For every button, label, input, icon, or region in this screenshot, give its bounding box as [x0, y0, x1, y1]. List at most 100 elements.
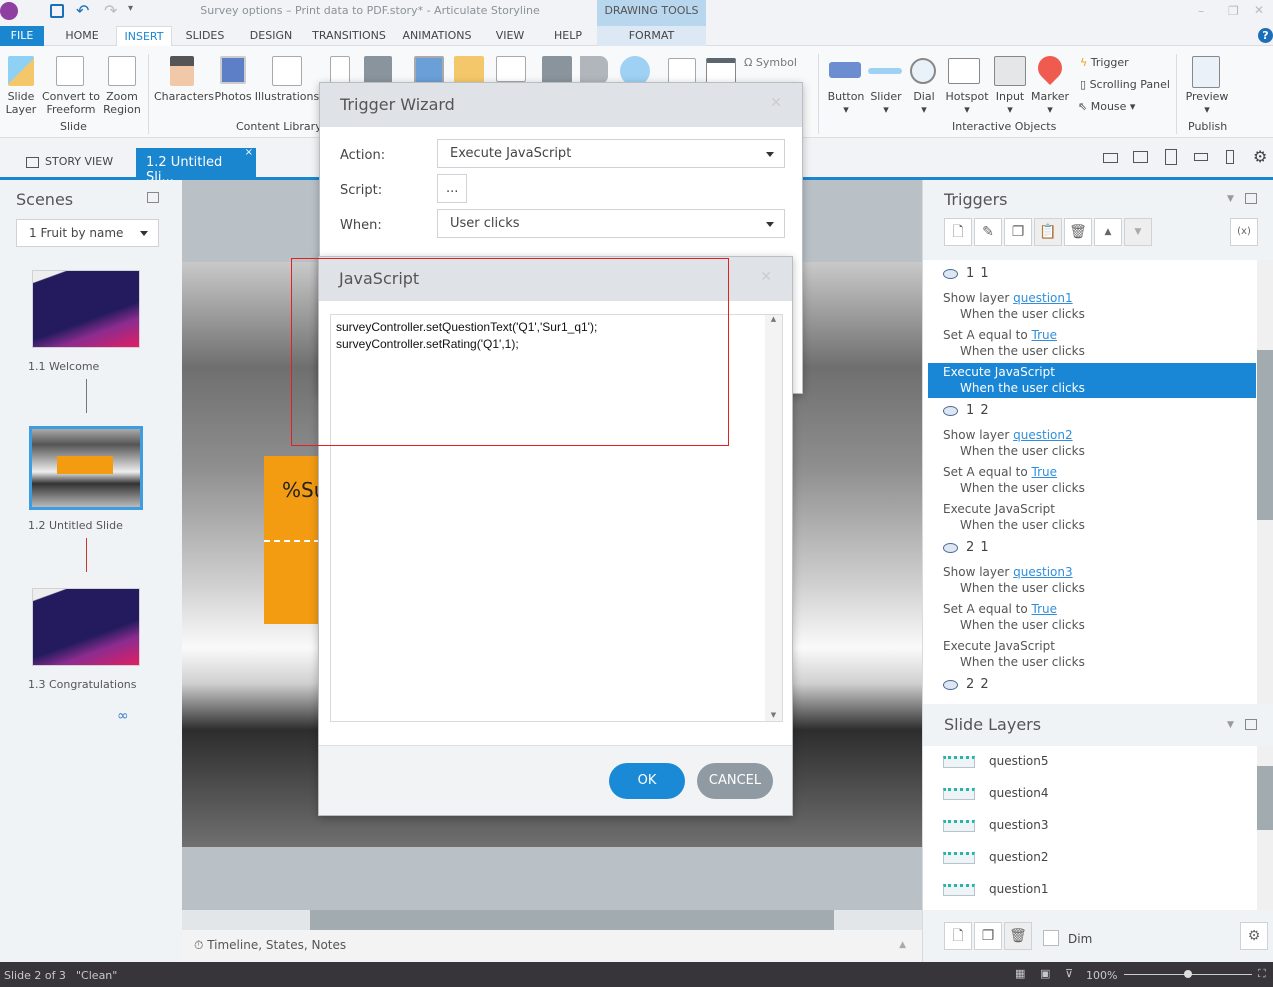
- code-scrollbar[interactable]: ▲ ▼: [765, 315, 782, 721]
- fit-window-icon[interactable]: ⛶: [1258, 967, 1266, 981]
- story-view-tab[interactable]: STORY VIEW: [26, 155, 113, 168]
- layers-scrollbar[interactable]: [1257, 746, 1273, 910]
- desktop-view-icon[interactable]: [1103, 153, 1118, 163]
- tab-slides[interactable]: SLIDES: [180, 26, 230, 46]
- preview-button[interactable]: Preview ▾: [1184, 90, 1230, 116]
- expand-icon[interactable]: ▲: [899, 940, 906, 950]
- link-icon[interactable]: ∞: [117, 708, 129, 724]
- when-select[interactable]: User clicks: [437, 209, 785, 238]
- move-up-button[interactable]: ▲: [1094, 218, 1122, 246]
- trigger-link[interactable]: True: [1032, 602, 1058, 616]
- minimize-button[interactable]: –: [1198, 4, 1204, 18]
- photos-button[interactable]: Photos: [212, 90, 254, 103]
- script-edit-button[interactable]: ...: [437, 174, 467, 203]
- slide-layer-button[interactable]: Slide Layer: [4, 90, 38, 116]
- dim-checkbox[interactable]: [1043, 930, 1059, 946]
- tab-animations[interactable]: ANIMATIONS: [398, 26, 476, 46]
- slide-layer-item[interactable]: question4: [943, 786, 1048, 800]
- edit-trigger-button[interactable]: ✎: [974, 218, 1002, 246]
- scene-select[interactable]: 1 Fruit by name: [16, 219, 159, 247]
- close-tab-icon[interactable]: ×: [245, 147, 253, 158]
- zoom-region-button[interactable]: Zoom Region: [100, 90, 144, 116]
- trigger-item[interactable]: Execute JavaScript When the user clicks: [928, 637, 1256, 672]
- tab-view[interactable]: VIEW: [490, 26, 530, 46]
- button-button[interactable]: Button ▾: [824, 90, 868, 116]
- float-panel-icon[interactable]: [1245, 193, 1257, 204]
- delete-trigger-button[interactable]: 🗑: [1064, 218, 1092, 246]
- illustrations-button[interactable]: Illustrations: [254, 90, 320, 103]
- new-layer-button[interactable]: 🗋: [944, 922, 972, 950]
- mouse-button[interactable]: ⇖ Mouse ▾: [1078, 100, 1135, 113]
- copy-trigger-button[interactable]: ❐: [1004, 218, 1032, 246]
- help-icon[interactable]: ?: [1258, 28, 1273, 43]
- trigger-link[interactable]: question3: [1013, 565, 1072, 579]
- slide-view-icon[interactable]: ▣: [1040, 967, 1050, 980]
- slide-thumbnail-untitled[interactable]: [29, 426, 143, 510]
- collapse-icon[interactable]: ▼: [1227, 194, 1234, 204]
- settings-gear-icon[interactable]: ⚙: [1253, 147, 1267, 166]
- trigger-link[interactable]: True: [1032, 465, 1058, 479]
- hotspot-button[interactable]: Hotspot ▾: [944, 90, 990, 116]
- trigger-object-group[interactable]: 1 2: [943, 403, 990, 418]
- float-panel-icon[interactable]: [1245, 719, 1257, 730]
- trigger-link[interactable]: question1: [1013, 291, 1072, 305]
- characters-button[interactable]: Characters: [154, 90, 214, 103]
- tab-format[interactable]: FORMAT: [597, 26, 706, 46]
- new-trigger-button[interactable]: 🗋: [944, 218, 972, 246]
- collapse-icon[interactable]: ▼: [1227, 720, 1234, 730]
- trigger-object-group[interactable]: 2 1: [943, 540, 990, 555]
- ok-button[interactable]: OK: [609, 763, 685, 799]
- action-select[interactable]: Execute JavaScript: [437, 139, 785, 168]
- trigger-item[interactable]: Set A equal to True When the user clicks: [928, 326, 1256, 361]
- cancel-button[interactable]: CANCEL: [697, 763, 773, 799]
- trigger-item[interactable]: Show layer question3 When the user clicks: [928, 563, 1256, 598]
- trigger-item[interactable]: Show layer question2 When the user clicks: [928, 426, 1256, 461]
- tab-design[interactable]: DESIGN: [244, 26, 298, 46]
- tab-home[interactable]: HOME: [56, 26, 108, 46]
- tab-transitions[interactable]: TRANSITIONS: [308, 26, 390, 46]
- trigger-link[interactable]: question2: [1013, 428, 1072, 442]
- symbol-button[interactable]: Ω Symbol: [744, 56, 797, 69]
- close-icon[interactable]: ✕: [760, 269, 772, 285]
- variables-button[interactable]: (x): [1230, 218, 1258, 246]
- marker-button[interactable]: Marker ▾: [1030, 90, 1070, 116]
- phone-portrait-icon[interactable]: [1226, 150, 1234, 164]
- fit-icon[interactable]: ⊽: [1065, 967, 1073, 980]
- zoom-slider-thumb[interactable]: [1184, 970, 1192, 978]
- trigger-item[interactable]: Execute JavaScript When the user clicks: [928, 500, 1256, 535]
- slider-button[interactable]: Slider ▾: [868, 90, 904, 116]
- convert-to-freeform-button[interactable]: Convert to Freeform: [42, 90, 100, 116]
- dial-button[interactable]: Dial ▾: [908, 90, 940, 116]
- restore-button[interactable]: ❐: [1228, 4, 1239, 18]
- trigger-item[interactable]: Set A equal to True When the user clicks: [928, 600, 1256, 635]
- slide-layer-item[interactable]: question1: [943, 882, 1048, 896]
- float-panel-icon[interactable]: [147, 192, 159, 203]
- horizontal-scrollbar[interactable]: [182, 910, 922, 930]
- triggers-scrollbar[interactable]: [1257, 260, 1273, 704]
- slide-layer-item[interactable]: question5: [943, 754, 1048, 768]
- slide-layer-item[interactable]: question3: [943, 818, 1048, 832]
- trigger-item[interactable]: Execute JavaScript When the user clicks: [928, 363, 1256, 398]
- scrolling-panel-button[interactable]: ▯ Scrolling Panel: [1080, 78, 1170, 91]
- timeline-bar[interactable]: ⏱ Timeline, States, Notes ▲: [182, 932, 922, 962]
- trigger-link[interactable]: True: [1032, 328, 1058, 342]
- layer-settings-button[interactable]: ⚙: [1240, 922, 1268, 950]
- delete-layer-button[interactable]: 🗑: [1004, 922, 1032, 950]
- orange-question-box[interactable]: %Su: [264, 456, 320, 624]
- trigger-button[interactable]: ϟ Trigger: [1080, 56, 1129, 69]
- move-down-button[interactable]: ▼: [1124, 218, 1152, 246]
- phone-landscape-icon[interactable]: [1194, 153, 1208, 161]
- close-icon[interactable]: ✕: [770, 95, 782, 111]
- duplicate-layer-button[interactable]: ❐: [974, 922, 1002, 950]
- trigger-object-group[interactable]: 1 1: [943, 266, 990, 281]
- normal-view-icon[interactable]: ▦: [1015, 967, 1025, 980]
- slide-thumbnail-congratulations[interactable]: [32, 588, 140, 666]
- paste-trigger-button[interactable]: 📋: [1034, 218, 1062, 246]
- slide-layer-item[interactable]: question2: [943, 850, 1048, 864]
- slide-thumbnail-welcome[interactable]: [32, 270, 140, 348]
- trigger-object-group[interactable]: 2 2: [943, 677, 990, 692]
- zoom-slider[interactable]: [1124, 970, 1252, 978]
- trigger-item[interactable]: Show layer question1 When the user clicks: [928, 289, 1256, 324]
- close-window-button[interactable]: ✕: [1254, 3, 1264, 17]
- input-button[interactable]: Input ▾: [990, 90, 1030, 116]
